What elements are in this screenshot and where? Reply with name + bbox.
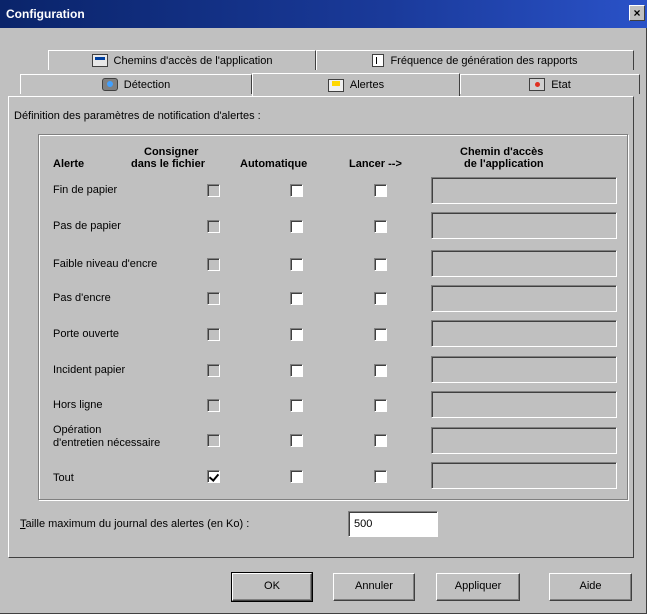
header-lancer: Lancer --> [349,158,402,170]
tab-alertes[interactable]: Alertes [252,73,460,96]
checkbox-consigner-operation-entretien[interactable] [207,434,220,447]
header-chemin-line1: Chemin d'accès [460,146,544,158]
header-consigner-line1: Consigner [144,146,199,158]
checkbox-lancer-pas-de-papier[interactable] [374,220,387,233]
header-alerte: Alerte [53,158,85,170]
cancel-button[interactable]: Annuler [333,573,415,601]
configuration-dialog: Configuration × Chemins d'accès de l'app… [0,0,647,614]
header-consigner-line2: dans le fichier [131,158,205,170]
path-field-tout[interactable] [431,462,617,489]
window-title: Configuration [6,7,85,21]
tab-detection[interactable]: Détection [20,74,252,94]
tab-label: Etat [551,78,571,91]
checkbox-automatique-incident-papier[interactable] [290,364,303,377]
checkbox-lancer-tout[interactable] [374,470,387,483]
checkbox-lancer-fin-de-papier[interactable] [374,184,387,197]
checkbox-consigner-porte-ouverte[interactable] [207,328,220,341]
path-field-pas-encre[interactable] [431,285,617,312]
ok-button[interactable]: OK [231,572,313,602]
checkbox-lancer-hors-ligne[interactable] [374,399,387,412]
row-label-operation-line1: Opération [53,424,102,436]
row-label-fin-de-papier: Fin de papier [53,184,118,196]
max-log-label: Taille maximum du journal des alertes (e… [20,518,249,530]
help-button[interactable]: Aide [549,573,632,601]
close-button[interactable]: × [629,5,645,21]
row-label-incident-papier: Incident papier [53,364,126,376]
row-label-pas-encre: Pas d'encre [53,292,111,304]
checkbox-lancer-incident-papier[interactable] [374,364,387,377]
row-label-tout: Tout [53,472,74,484]
close-icon: × [633,6,641,20]
row-label-porte-ouverte: Porte ouverte [53,328,120,340]
apply-button[interactable]: Appliquer [436,573,520,601]
document-icon [372,54,385,67]
checkbox-automatique-fin-de-papier[interactable] [290,184,303,197]
checkbox-consigner-faible-niveau-encre[interactable] [207,258,220,271]
path-field-fin-de-papier[interactable] [431,177,617,204]
path-field-porte-ouverte[interactable] [431,320,617,347]
row-label-pas-de-papier: Pas de papier [53,220,121,232]
application-window-icon [91,54,108,67]
alert-printer-icon [327,78,344,92]
checkbox-automatique-operation-entretien[interactable] [290,434,303,447]
checkbox-consigner-incident-papier[interactable] [207,364,220,377]
tab-label: Chemins d'accès de l'application [113,54,273,67]
printer-status-icon [529,78,546,91]
tab-frequence-rapports[interactable]: Fréquence de génération des rapports [316,50,634,70]
checkbox-lancer-pas-encre[interactable] [374,292,387,305]
path-field-incident-papier[interactable] [431,356,617,383]
path-field-faible-niveau-encre[interactable] [431,250,617,277]
max-log-label-text: aille maximum du journal des alertes (en… [25,518,250,530]
tab-label: Fréquence de génération des rapports [390,54,578,67]
checkbox-automatique-pas-encre[interactable] [290,292,303,305]
row-label-faible-niveau-encre: Faible niveau d'encre [53,258,158,270]
checkbox-automatique-hors-ligne[interactable] [290,399,303,412]
row-label-hors-ligne: Hors ligne [53,399,103,411]
checkbox-automatique-porte-ouverte[interactable] [290,328,303,341]
row-label-operation-line2: d'entretien nécessaire [53,437,161,449]
header-chemin-line2: de l'application [464,158,544,170]
tab-label: Détection [123,78,171,91]
tab-label: Alertes [349,79,385,91]
checkbox-consigner-pas-encre[interactable] [207,292,220,305]
printer-detection-icon [101,78,118,91]
panel-description: Définition des paramètres de notificatio… [14,110,261,122]
checkbox-lancer-porte-ouverte[interactable] [374,328,387,341]
checkbox-automatique-pas-de-papier[interactable] [290,220,303,233]
tab-chemins-acces[interactable]: Chemins d'accès de l'application [48,50,316,70]
tab-etat[interactable]: Etat [460,74,640,94]
header-automatique: Automatique [240,158,308,170]
path-field-pas-de-papier[interactable] [431,212,617,239]
path-field-operation-entretien[interactable] [431,427,617,454]
checkbox-consigner-pas-de-papier[interactable] [207,220,220,233]
checkbox-lancer-faible-niveau-encre[interactable] [374,258,387,271]
checkbox-consigner-hors-ligne[interactable] [207,399,220,412]
title-bar[interactable]: Configuration × [0,0,647,28]
checkbox-automatique-faible-niveau-encre[interactable] [290,258,303,271]
max-log-size-input[interactable] [348,511,438,537]
checkbox-consigner-fin-de-papier[interactable] [207,184,220,197]
checkbox-automatique-tout[interactable] [290,470,303,483]
checkbox-lancer-operation-entretien[interactable] [374,434,387,447]
path-field-hors-ligne[interactable] [431,391,617,418]
checkbox-consigner-tout[interactable] [207,470,220,483]
